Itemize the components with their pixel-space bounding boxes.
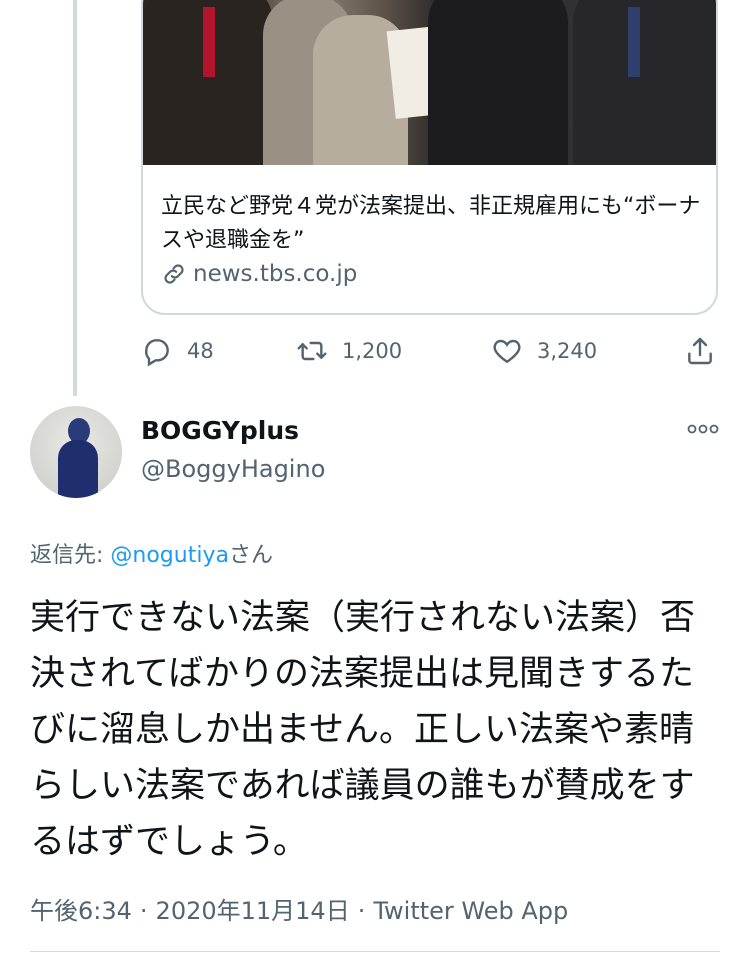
divider [30,951,720,952]
heart-icon [493,339,521,364]
author-handle[interactable]: @BoggyHagino [141,455,325,483]
author-name[interactable]: BOGGYplus [141,416,299,445]
like-button[interactable]: 3,240 [491,335,597,367]
retweet-button[interactable]: 1,200 [296,335,402,367]
tweet-date[interactable]: 2020年11月14日 [156,897,350,925]
tweet-time[interactable]: 午後6:34 [30,897,132,925]
retweet-count: 1,200 [342,339,403,363]
reply-button[interactable]: 48 [141,335,214,367]
link-preview-card[interactable]: 立民など野党４党が法案提出、非正規雇用にも“ボーナスや退職金を” news.tb… [141,0,718,315]
avatar[interactable] [30,406,122,498]
like-count: 3,240 [537,339,598,363]
reply-to-suffix: さん [228,543,273,568]
share-icon [688,337,712,365]
more-options-icon[interactable] [687,416,719,440]
retweet-icon [297,341,327,361]
tweet-source[interactable]: Twitter Web App [373,897,568,925]
thread-connector-line [73,0,77,396]
link-preview-domain: news.tbs.co.jp [193,261,358,287]
tweet-body-text: 実行できない法案（実行されない法案）否決されてばかりの法案提出は見聞きするたびに… [30,598,696,862]
link-preview-image [143,0,716,165]
link-preview-url: news.tbs.co.jp [161,261,357,287]
reply-icon [145,339,169,367]
reply-to-prefix: 返信先: [30,543,111,568]
reply-to-line: 返信先: @nogutiyaさん [30,537,273,569]
link-preview-headline: 立民など野党４党が法案提出、非正規雇用にも“ボーナスや退職金を” [161,194,701,253]
share-button[interactable] [684,335,716,367]
tweet-metadata: 午後6:34 · 2020年11月14日 · Twitter Web App [30,897,569,925]
link-icon [164,264,184,284]
tweet-actions-bar: 48 1,200 3,240 [141,335,721,371]
reply-count: 48 [187,339,214,363]
reply-to-mention[interactable]: @nogutiya [110,543,229,568]
